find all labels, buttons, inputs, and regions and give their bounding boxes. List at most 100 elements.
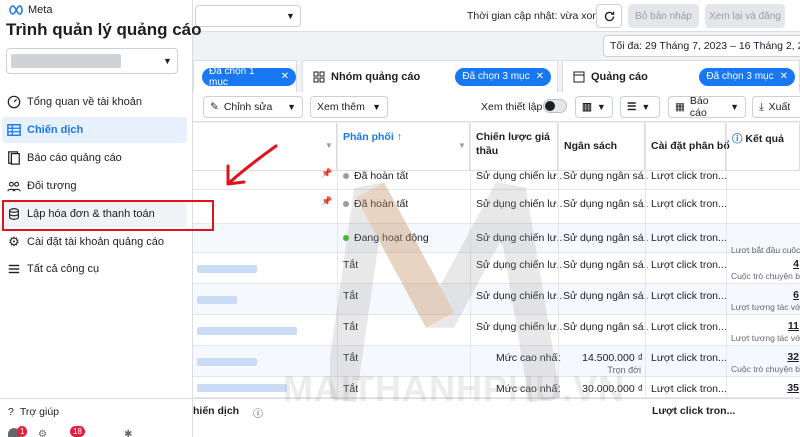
chevron-down-icon: ▼ [372, 102, 381, 112]
selected-chip[interactable]: Đã chọn 3 mục ✕ [455, 67, 551, 86]
budget-cell: 14.500.000 ₫ [582, 352, 643, 364]
chevron-down-icon: ▼ [286, 11, 295, 21]
close-icon[interactable]: ✕ [281, 71, 289, 82]
campaign-name-blurred [197, 383, 287, 392]
app-title: Trình quản lý quảng cáo [6, 20, 202, 39]
budget-cell: Sử dụng ngân sá... [563, 198, 648, 210]
sort-icon[interactable]: ▼ [325, 141, 333, 150]
sidebar-item-label: Báo cáo quảng cáo [27, 152, 122, 164]
menu-lines-icon [7, 262, 21, 276]
sidebar-item-label: Tất cả công cụ [27, 263, 100, 275]
report-icon: ▦ [675, 101, 685, 113]
table-grid-icon [7, 123, 21, 137]
highlight-box [2, 200, 214, 231]
footer-label: hiến dịch [193, 405, 240, 417]
meta-logo: Meta [8, 4, 52, 16]
view-setup-toggle[interactable] [543, 99, 567, 113]
budget-cell: Sử dụng ngân sá... [563, 259, 648, 271]
ad-icon [573, 71, 585, 82]
gear-icon: ⚙ [8, 234, 20, 249]
campaign-name-blurred [197, 357, 257, 366]
sidebar-item-label: Cài đặt tài khoản quảng cáo [27, 236, 164, 248]
date-range-picker[interactable]: Tối đa: 29 Tháng 7, 2023 – 16 Tháng 2, 2… [603, 35, 800, 57]
results-value[interactable]: 6 [733, 289, 799, 301]
budget-cell: Sử dụng ngân sá... [563, 170, 648, 182]
sidebar-divider [0, 398, 192, 399]
report-button[interactable]: ▦ Báo cáo ▼ [668, 95, 746, 119]
refresh-icon [604, 11, 614, 21]
sidebar-item-0[interactable]: Tổng quan về tài khoản [2, 89, 187, 115]
budget-cell: Sử dụng ngân sá... [563, 321, 648, 333]
people-icon [7, 179, 21, 193]
toggle-knob [545, 101, 555, 111]
chevron-down-icon: ▼ [287, 102, 296, 112]
more-button[interactable]: Xem thêm ▼ [310, 96, 388, 118]
attribution-cell: Lượt click tron... [651, 198, 727, 210]
account-selector[interactable]: ▼ [195, 5, 301, 27]
dashboard-gauge-icon [7, 95, 21, 109]
chevron-down-icon: ▼ [730, 102, 739, 112]
watermark-text: MAITHANHPHU.VN [283, 368, 625, 409]
edit-button[interactable]: ✎ Chỉnh sửa ▼ [203, 96, 303, 118]
tab-campaigns[interactable]: Đã chọn 1 mục ✕ [193, 60, 297, 92]
view-setup-label: Xem thiết lập [481, 101, 543, 113]
date-row: Tối đa: 29 Tháng 7, 2023 – 16 Tháng 2, 2… [193, 32, 800, 58]
report-icon [7, 151, 21, 165]
sidebar-item-6[interactable]: Tất cả công cụ [2, 256, 187, 282]
sidebar-item-2[interactable]: Báo cáo quảng cáo [2, 145, 187, 171]
export-button[interactable]: ⤓ Xuất [752, 96, 800, 118]
meta-brand-text: Meta [28, 4, 53, 16]
tab-ads[interactable]: Quảng cáo Đã chọn 3 mục ✕ [562, 60, 800, 92]
bug-icon[interactable]: ✱ [124, 429, 132, 437]
notification-badge: 18 [70, 426, 85, 437]
sort-icon[interactable]: ▼ [458, 141, 466, 150]
refresh-button[interactable] [596, 4, 622, 28]
campaign-name-blurred [197, 326, 297, 335]
columns-button[interactable]: ▥ ▼ [575, 96, 613, 118]
column-divider [645, 123, 646, 437]
results-sub: Lượt tương tác với b [731, 333, 800, 343]
close-icon[interactable]: ✕ [536, 71, 544, 82]
tab-label: Quảng cáo [591, 70, 648, 83]
campaign-name-blurred [197, 264, 257, 273]
attribution-cell: Lượt click tron... [651, 170, 727, 182]
attribution-cell: Lượt click tron... [651, 321, 727, 333]
results-value[interactable]: 32 [733, 351, 799, 363]
attribution-cell: Lượt click tron... [651, 232, 727, 244]
ad-account-selector[interactable]: ▼ [6, 48, 178, 74]
notification-badge: 1 [17, 426, 28, 437]
breakdown-icon: ☰ [627, 101, 637, 113]
chevron-down-icon: ▼ [163, 56, 172, 66]
download-icon: ⤓ [759, 100, 764, 113]
close-icon[interactable]: ✕ [780, 71, 788, 82]
tab-label: Nhóm quảng cáo [331, 70, 421, 83]
chevron-down-icon: ▼ [641, 102, 651, 112]
discard-draft-button[interactable]: Bỏ bản nháp [628, 4, 699, 28]
results-sub: Cuộc trò chuyện bắ [731, 271, 800, 281]
campaign-name-blurred [197, 295, 237, 304]
tab-ad-sets[interactable]: Nhóm quảng cáo Đã chọn 3 mục ✕ [302, 60, 558, 92]
results-value[interactable]: 35 [733, 382, 799, 394]
update-time-text: Thời gian cập nhật: vừa xong [467, 10, 605, 22]
question-icon: ? [8, 406, 14, 418]
breakdown-button[interactable]: ☰ ▼ [620, 96, 660, 118]
sidebar-item-3[interactable]: Đối tượng [2, 173, 187, 199]
chevron-down-icon: ▼ [596, 102, 606, 112]
results-value[interactable]: 4 [733, 258, 799, 270]
info-icon[interactable]: ⓘ [253, 405, 263, 420]
results-sub: Lượt tương tác với b [731, 302, 800, 312]
selected-chip[interactable]: Đã chọn 1 mục ✕ [202, 66, 296, 88]
review-publish-button[interactable]: Xem lại và đăng [705, 4, 785, 28]
budget-cell: Sử dụng ngân sá... [563, 290, 648, 302]
sidebar-item-5[interactable]: ⚙ Cài đặt tài khoản quảng cáo [2, 229, 187, 255]
sidebar-item-label: Đối tượng [27, 180, 77, 192]
selected-chip[interactable]: Đã chọn 3 mục ✕ [699, 67, 795, 86]
attribution-cell: Lượt click tron... [651, 352, 727, 364]
info-icon[interactable]: ⓘ [732, 133, 743, 145]
sidebar-item-label: Tổng quan về tài khoản [27, 96, 142, 108]
results-value[interactable]: 11 [733, 320, 799, 332]
budget-cell: Sử dụng ngân sá... [563, 232, 648, 244]
sidebar-item-1[interactable]: Chiến dịch [2, 117, 187, 143]
help-link[interactable]: ? Trợ giúp [8, 406, 59, 418]
gear-icon[interactable]: ⚙ [38, 429, 47, 437]
